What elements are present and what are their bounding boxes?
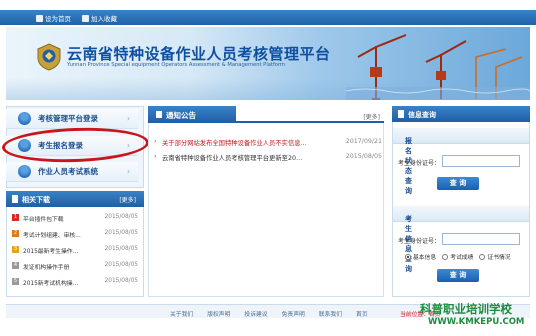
news-item-title: 云南省特种设备作业人员考核管理平台更新至20…	[162, 155, 303, 162]
emblem-icon	[37, 43, 61, 71]
star-icon	[82, 14, 89, 22]
footer-links: 关于我们 版权声明 投诉建议 免责声明 联系我们 首页	[170, 309, 368, 318]
download-item-date: 2015/08/05	[104, 246, 138, 252]
home-icon	[36, 14, 43, 22]
radio-basic-info[interactable]: 基本信息	[405, 252, 436, 261]
set-homepage-label: 设为首页	[45, 15, 71, 23]
info-type-radio-group: 基本信息 考试成绩 证书情况	[405, 252, 511, 261]
info-id-label: 考生身份证号：	[398, 238, 441, 245]
chevron-right-icon: ›	[127, 114, 130, 123]
news-tab[interactable]: 通知公告	[148, 106, 236, 123]
news-item-date: 2017/09/21	[345, 138, 382, 145]
watermark-url: WWW.KMKEPU.COM	[428, 317, 525, 327]
download-item-date: 2015/08/05	[104, 214, 138, 220]
info-query-header: 信息查询	[392, 106, 530, 122]
set-homepage-link[interactable]: 设为首页	[36, 13, 71, 23]
downloads-more-link[interactable]: [更多]	[119, 195, 136, 204]
radio-certificate-label: 证书情况	[487, 255, 511, 261]
news-header: 通知公告 [更多]	[148, 106, 384, 123]
bullet-icon: ›	[154, 138, 157, 145]
download-item-date: 2015/08/05	[104, 278, 138, 284]
news-item[interactable]: › 关于部分网站发布全国特种设备作业人员不实信息… 2017/09/21	[154, 136, 382, 148]
download-icon	[12, 195, 18, 203]
site-banner: 云南省特种设备作业人员考核管理平台 Yunnan Province Specia…	[6, 27, 530, 100]
search-icon	[398, 110, 404, 118]
radio-exam-scores-label: 考试成绩	[450, 255, 474, 261]
chevron-right-icon: ›	[127, 167, 130, 176]
radio-basic-info-label: 基本信息	[413, 255, 437, 261]
add-favorite-label: 加入收藏	[91, 15, 117, 23]
rank-badge: 5	[12, 278, 19, 285]
downloads-header: 相关下载 [更多]	[6, 191, 144, 207]
nav-admin-login[interactable]: 考核管理平台登录 ›	[6, 109, 138, 129]
site-title: 云南省特种设备作业人员考核管理平台	[67, 45, 331, 63]
chevron-down-icon: ⌄	[405, 214, 411, 222]
download-item-date: 2015/08/05	[104, 230, 138, 236]
download-item[interactable]: 5 2015新考试机构操… 2015/08/05	[12, 276, 140, 288]
info-id-input[interactable]	[442, 233, 520, 245]
news-item-title: 关于部分网站发布全国特种设备作业人员不实信息…	[162, 140, 307, 147]
download-item[interactable]: 1 平台插件包下载 2015/08/05	[12, 212, 140, 224]
status-id-label: 考生身份证号：	[398, 160, 441, 167]
news-list	[148, 123, 384, 297]
radio-icon	[479, 253, 486, 260]
download-item-date: 2015/08/05	[104, 262, 138, 268]
info-query-title: 信息查询	[408, 111, 436, 119]
download-item-title: 2015最新考生操作…	[23, 249, 79, 255]
download-item-title: 发证机构操作手册	[23, 265, 70, 271]
nav-admin-login-label: 考核管理平台登录	[38, 114, 98, 123]
radio-exam-scores[interactable]: 考试成绩	[442, 252, 473, 261]
news-item[interactable]: › 云南省特种设备作业人员考核管理平台更新至20… 2015/08/05	[154, 151, 382, 163]
rank-badge: 3	[12, 246, 19, 253]
crane-scene-illustration	[346, 34, 530, 100]
status-query-header[interactable]: 报名状态查询 ⌄	[393, 128, 529, 195]
candidate-info-header[interactable]: 考生信息查询 ⌄	[393, 206, 529, 273]
news-title: 通知公告	[166, 111, 196, 120]
downloads-title: 相关下载	[22, 196, 50, 204]
footer-link[interactable]: 关于我们	[170, 309, 193, 318]
footer-link[interactable]: 版权声明	[207, 309, 230, 318]
radio-certificate[interactable]: 证书情况	[479, 252, 511, 261]
news-item-date: 2015/08/05	[345, 153, 382, 160]
rank-badge: 1	[12, 214, 19, 221]
user-icon	[18, 112, 31, 125]
radio-selected-icon	[405, 253, 411, 260]
download-item[interactable]: 4 发证机构操作手册 2015/08/05	[12, 260, 140, 272]
exam-icon	[18, 165, 31, 178]
nav-exam-system-label: 作业人员考试系统	[38, 167, 98, 176]
footer-link[interactable]: 免责声明	[282, 309, 305, 318]
chevron-down-icon: ⌄	[405, 136, 411, 144]
download-item[interactable]: 3 2015最新考生操作… 2015/08/05	[12, 244, 140, 256]
news-more-link[interactable]: [更多]	[363, 112, 380, 121]
add-favorite-link[interactable]: 加入收藏	[82, 13, 117, 23]
status-query-button[interactable]: 查 询	[437, 177, 479, 190]
notice-icon	[156, 111, 162, 118]
site-subtitle: Yunnan Province Special equipment Operat…	[67, 62, 286, 68]
top-links-strip: 设为首页 加入收藏	[0, 10, 536, 25]
nav-exam-system[interactable]: 作业人员考试系统 ›	[6, 162, 138, 182]
bullet-icon: ›	[154, 153, 157, 160]
download-item[interactable]: 2 考试计划组建、审核… 2015/08/05	[12, 228, 140, 240]
footer-link[interactable]: 联系我们	[319, 309, 342, 318]
download-item-title: 平台插件包下载	[23, 217, 64, 223]
radio-icon	[442, 253, 449, 260]
status-id-input[interactable]	[442, 155, 520, 167]
watermark-school-name: 科普职业培训学校	[420, 302, 512, 316]
footer-link[interactable]: 投诉建议	[244, 309, 267, 318]
rank-badge: 4	[12, 262, 19, 269]
download-item-title: 2015新考试机构操…	[23, 281, 79, 287]
info-query-button[interactable]: 查 询	[437, 269, 479, 282]
download-item-title: 考试计划组建、审核…	[23, 233, 81, 239]
rank-badge: 2	[12, 230, 19, 237]
footer-link[interactable]: 首页	[356, 309, 368, 318]
